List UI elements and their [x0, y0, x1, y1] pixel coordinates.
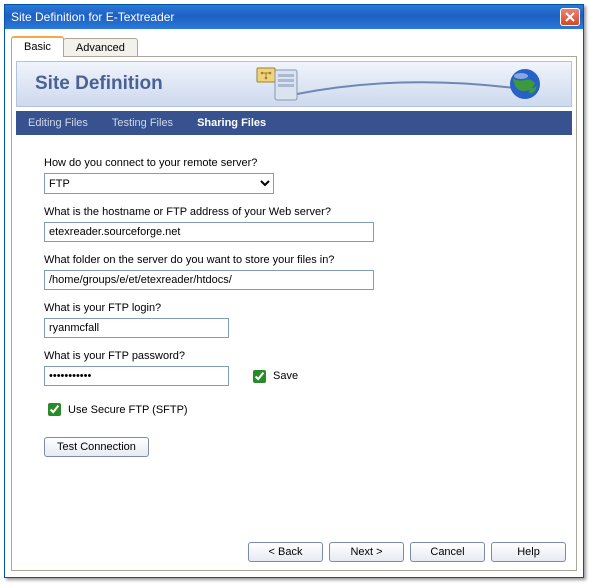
cancel-button[interactable]: Cancel	[410, 542, 485, 562]
close-button[interactable]	[560, 8, 580, 26]
tab-row: Basic Advanced	[11, 35, 577, 57]
titlebar: Site Definition for E-Textreader	[5, 5, 583, 29]
save-checkbox-wrapper[interactable]: Save	[249, 367, 298, 386]
wizard-steps: Editing Files Testing Files Sharing File…	[16, 111, 572, 135]
password-field[interactable]	[44, 366, 229, 386]
site-definition-dialog: Site Definition for E-Textreader Basic A…	[4, 4, 584, 578]
connect-label: How do you connect to your remote server…	[44, 157, 564, 169]
sftp-checkbox-wrapper[interactable]: Use Secure FTP (SFTP)	[44, 400, 564, 419]
back-button[interactable]: < Back	[248, 542, 323, 562]
step-testing-files[interactable]: Testing Files	[112, 117, 173, 129]
sftp-checkbox[interactable]	[48, 403, 61, 416]
tab-basic[interactable]: Basic	[11, 36, 64, 57]
folder-field[interactable]	[44, 270, 374, 290]
save-label: Save	[273, 370, 298, 382]
test-connection-button[interactable]: Test Connection	[44, 437, 149, 457]
step-editing-files[interactable]: Editing Files	[28, 117, 88, 129]
password-label: What is your FTP password?	[44, 350, 564, 362]
banner-graphic-icon	[239, 66, 559, 104]
login-label: What is your FTP login?	[44, 302, 564, 314]
banner-title: Site Definition	[35, 73, 163, 95]
form-area: How do you connect to your remote server…	[12, 135, 576, 534]
login-field[interactable]	[44, 318, 229, 338]
folder-label: What folder on the server do you want to…	[44, 254, 564, 266]
host-field[interactable]	[44, 222, 374, 242]
close-icon	[565, 12, 575, 22]
save-checkbox[interactable]	[253, 370, 266, 383]
tab-advanced[interactable]: Advanced	[63, 38, 138, 57]
banner: Site Definition	[16, 61, 572, 107]
step-sharing-files[interactable]: Sharing Files	[197, 117, 266, 129]
help-button[interactable]: Help	[491, 542, 566, 562]
next-button[interactable]: Next >	[329, 542, 404, 562]
connect-method-select[interactable]: FTP	[44, 173, 274, 194]
host-label: What is the hostname or FTP address of y…	[44, 206, 564, 218]
window-title: Site Definition for E-Textreader	[11, 10, 560, 24]
wizard-footer: < Back Next > Cancel Help	[12, 534, 576, 570]
tab-content: Site Definition	[11, 57, 577, 571]
sftp-label: Use Secure FTP (SFTP)	[68, 404, 188, 416]
dialog-body: Basic Advanced Site Definition	[5, 29, 583, 577]
